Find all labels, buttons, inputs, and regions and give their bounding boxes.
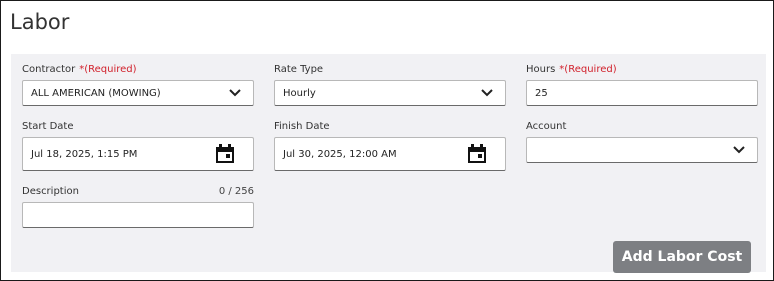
rate-type-select[interactable]: Hourly (274, 80, 506, 106)
contractor-value: ALL AMERICAN (MOWING) (31, 88, 161, 99)
contractor-label: Contractor *(Required) (22, 64, 137, 75)
chevron-down-icon (481, 89, 493, 97)
calendar-icon[interactable] (467, 144, 487, 164)
description-label: Description (22, 186, 79, 197)
hours-label: Hours *(Required) (526, 64, 617, 75)
finish-date-field: Finish Date Jul 30, 2025, 12:00 AM (274, 121, 506, 171)
start-date-field: Start Date Jul 18, 2025, 1:15 PM (22, 121, 254, 171)
chevron-down-icon (229, 89, 241, 97)
start-date-value: Jul 18, 2025, 1:15 PM (31, 149, 138, 160)
description-field: Description 0 / 256 (22, 186, 254, 228)
required-indicator: *(Required) (79, 64, 137, 75)
start-date-input[interactable]: Jul 18, 2025, 1:15 PM (22, 137, 254, 171)
finish-date-input[interactable]: Jul 30, 2025, 12:00 AM (274, 137, 506, 171)
start-date-label: Start Date (22, 121, 74, 132)
chevron-down-icon (733, 146, 745, 154)
labor-card: Labor Contractor *(Required) ALL AMERICAN… (0, 0, 774, 281)
rate-type-value: Hourly (283, 88, 316, 99)
contractor-field: Contractor *(Required) ALL AMERICAN (MOWI… (22, 64, 254, 106)
description-input[interactable] (22, 202, 254, 228)
rate-type-label: Rate Type (274, 64, 324, 75)
page-title: Labor (10, 10, 70, 34)
required-indicator: *(Required) (559, 64, 617, 75)
character-counter: 0 / 256 (218, 186, 254, 197)
account-field: Account (526, 121, 758, 163)
calendar-icon[interactable] (215, 144, 235, 164)
hours-value: 25 (535, 88, 548, 99)
contractor-select[interactable]: ALL AMERICAN (MOWING) (22, 80, 254, 106)
finish-date-label: Finish Date (274, 121, 330, 132)
rate-type-field: Rate Type Hourly (274, 64, 506, 106)
hours-field: Hours *(Required) 25 (526, 64, 758, 106)
account-label: Account (526, 121, 567, 132)
hours-input[interactable]: 25 (526, 80, 758, 106)
account-select[interactable] (526, 137, 758, 163)
finish-date-value: Jul 30, 2025, 12:00 AM (283, 149, 397, 160)
add-labor-cost-button[interactable]: Add Labor Cost (613, 241, 751, 273)
